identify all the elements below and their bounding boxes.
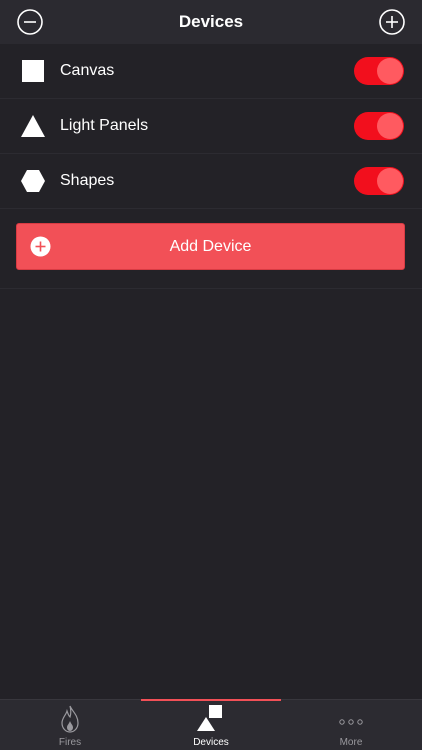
device-label: Shapes [60, 172, 115, 189]
toggle-knob [377, 168, 403, 194]
nav-bar: Devices [0, 0, 422, 44]
device-list: Canvas Light Panels Shapes [0, 44, 422, 209]
tab-label: More [339, 737, 363, 748]
device-toggle[interactable] [354, 112, 404, 140]
tab-fires[interactable]: Fires [0, 700, 140, 750]
device-toggle[interactable] [354, 57, 404, 85]
device-row-shapes[interactable]: Shapes [0, 154, 422, 209]
device-row-light-panels[interactable]: Light Panels [0, 99, 422, 154]
flame-icon [60, 705, 80, 738]
device-label: Light Panels [60, 117, 149, 134]
plus-circle-icon[interactable] [379, 9, 405, 35]
device-toggle[interactable] [354, 167, 404, 195]
tab-label: Fires [58, 737, 82, 748]
page-title: Devices [178, 12, 244, 31]
more-dots-icon [339, 713, 363, 731]
toggle-knob [377, 58, 403, 84]
add-device-button[interactable]: Add Device [16, 223, 405, 270]
add-device-label: Add Device [169, 238, 252, 255]
tab-label: Devices [193, 737, 229, 748]
hexagon-icon [20, 168, 46, 194]
app: Devices Canvas Light Panels Shapes Add D… [0, 0, 422, 750]
square-icon [20, 58, 46, 84]
device-label: Canvas [60, 62, 115, 79]
device-row-canvas[interactable]: Canvas [0, 44, 422, 99]
triangle-icon [20, 113, 46, 139]
minus-circle-icon[interactable] [17, 9, 43, 35]
active-tab-indicator [141, 699, 281, 701]
toggle-knob [377, 113, 403, 139]
add-device-section: Add Device [0, 208, 422, 289]
tab-devices[interactable]: Devices [141, 699, 281, 750]
tab-more[interactable]: More [281, 700, 421, 750]
devices-icon [196, 704, 226, 737]
tab-bar: Fires Devices More [0, 699, 422, 750]
